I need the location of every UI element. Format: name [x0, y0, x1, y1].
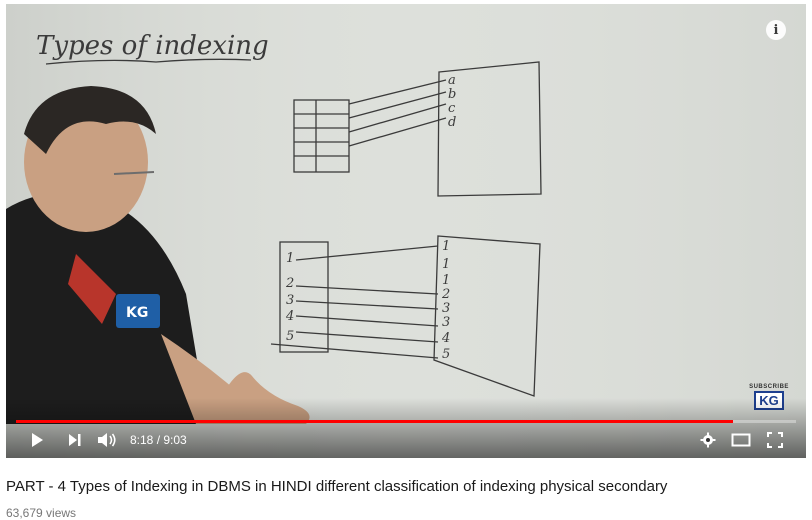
bottom-right-5: 3 — [442, 301, 450, 316]
info-button[interactable]: i — [766, 20, 786, 40]
settings-button[interactable] — [698, 428, 718, 452]
video-frame[interactable]: Types of indexing a b c d 1 2 3 4 5 1 1 … — [6, 4, 806, 458]
theater-mode-icon — [731, 433, 751, 447]
bottom-right-2: 1 — [442, 257, 450, 272]
play-icon — [32, 433, 43, 447]
top-letter-d: d — [448, 115, 456, 130]
info-icon: i — [773, 22, 779, 38]
bottom-right-4: 2 — [441, 287, 450, 302]
video-player[interactable]: Types of indexing a b c d 1 2 3 4 5 1 1 … — [6, 4, 806, 458]
progress-bar[interactable] — [16, 420, 796, 423]
top-letter-c: c — [448, 101, 456, 116]
fullscreen-icon — [767, 432, 783, 448]
next-button[interactable] — [66, 428, 84, 452]
bottom-left-5: 5 — [286, 329, 294, 344]
bottom-right-7: 4 — [441, 331, 450, 346]
bottom-left-1: 1 — [286, 251, 294, 266]
volume-button[interactable] — [96, 428, 120, 452]
video-title[interactable]: PART - 4 Types of Indexing in DBMS in HI… — [6, 478, 812, 495]
volume-icon — [98, 433, 116, 447]
subscribe-label: SUBSCRIBE — [749, 384, 789, 390]
theater-mode-button[interactable] — [730, 428, 752, 452]
view-count: 63,679 views — [6, 506, 77, 520]
bottom-right-6: 3 — [442, 315, 450, 330]
whiteboard-heading: Types of indexing — [36, 31, 269, 61]
bottom-left-4: 4 — [285, 309, 294, 324]
bottom-right-3: 1 — [442, 273, 450, 288]
fullscreen-button[interactable] — [764, 428, 786, 452]
progress-played — [16, 420, 733, 423]
skip-next-icon — [69, 434, 81, 446]
shirt-logo: KG — [126, 305, 148, 321]
bottom-left-3: 3 — [286, 293, 294, 308]
gear-icon — [700, 432, 716, 448]
top-letter-a: a — [448, 73, 456, 88]
player-controls: 8:18 / 9:03 — [6, 428, 806, 454]
bottom-left-2: 2 — [285, 276, 294, 291]
bottom-right-8: 5 — [442, 347, 450, 362]
top-letter-b: b — [448, 87, 456, 102]
bottom-right-1: 1 — [442, 239, 450, 254]
play-button[interactable] — [28, 428, 46, 452]
time-display: 8:18 / 9:03 — [130, 433, 187, 447]
